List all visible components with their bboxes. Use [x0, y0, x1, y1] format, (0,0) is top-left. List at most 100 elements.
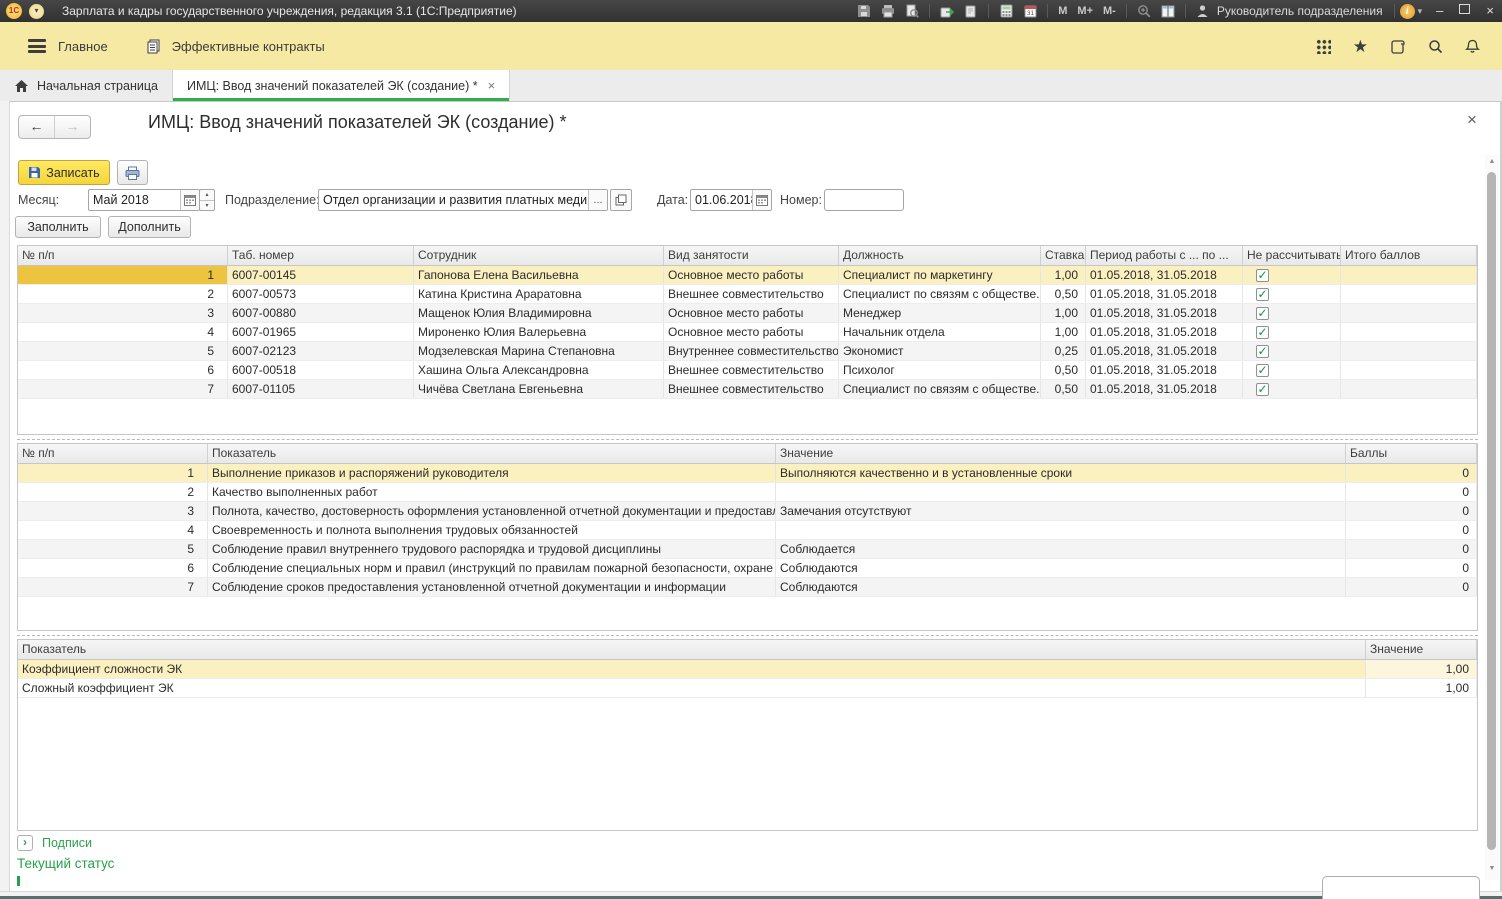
cell-period[interactable]: 01.05.2018, 31.05.2018	[1086, 304, 1243, 322]
back-button[interactable]: ←	[19, 116, 55, 138]
employee-row[interactable]: 16007-00145Гапонова Елена ВасильевнаОсно…	[18, 266, 1477, 285]
cell-points[interactable]: 0	[1346, 540, 1477, 558]
employee-row[interactable]: 56007-02123Модзелевская Марина Степановн…	[18, 342, 1477, 361]
cell-employment-type[interactable]: Основное место работы	[664, 304, 839, 322]
month-calendar-icon[interactable]	[180, 190, 199, 210]
cell-value[interactable]: 1,00	[1366, 660, 1477, 678]
cell-indicator[interactable]: Полнота, качество, достоверность оформле…	[208, 502, 776, 520]
spinner-up-icon[interactable]: ▴	[200, 190, 214, 200]
cell-rate[interactable]: 0,25	[1041, 342, 1086, 360]
forward-button[interactable]: →	[55, 116, 90, 138]
cell-period[interactable]: 01.05.2018, 31.05.2018	[1086, 285, 1243, 303]
cell-employee-name[interactable]: Мащенок Юлия Владимировна	[414, 304, 664, 322]
cell-value[interactable]: Соблюдаются	[776, 559, 1346, 577]
cell-total-points[interactable]	[1341, 285, 1477, 303]
cell-rate[interactable]: 1,00	[1041, 323, 1086, 341]
cell-not-calculate[interactable]: ✓	[1243, 266, 1341, 284]
cell-indicator[interactable]: Сложный коэффициент ЭК	[18, 679, 1366, 697]
favorites-star-icon[interactable]: ★	[1353, 39, 1368, 54]
cell-employment-type[interactable]: Основное место работы	[664, 266, 839, 284]
tab-close-icon[interactable]: ×	[488, 78, 496, 93]
system-menu-button[interactable]: ▾	[29, 4, 44, 19]
cell-points[interactable]: 0	[1346, 483, 1477, 501]
cell-row-number[interactable]: 4	[18, 521, 208, 539]
cell-row-number[interactable]: 7	[18, 380, 228, 398]
not-calculate-checkbox[interactable]: ✓	[1256, 383, 1269, 396]
month-spinner[interactable]: ▴ ▾	[199, 189, 215, 211]
memory-recall-button[interactable]: M	[1058, 5, 1067, 17]
cell-row-number[interactable]: 1	[18, 464, 208, 482]
scroll-down-icon[interactable]: ▼	[1485, 865, 1499, 872]
cell-position[interactable]: Экономист	[839, 342, 1041, 360]
cell-position[interactable]: Специалист по маркетингу	[839, 266, 1041, 284]
cell-not-calculate[interactable]: ✓	[1243, 380, 1341, 398]
minimize-button[interactable]: –	[1436, 1, 1443, 21]
not-calculate-checkbox[interactable]: ✓	[1256, 288, 1269, 301]
indicators-table[interactable]: № п/пПоказательЗначениеБаллы1Выполнение …	[17, 443, 1478, 631]
indicator-row[interactable]: 2Качество выполненных работ0	[18, 483, 1477, 502]
cell-value[interactable]	[776, 483, 1346, 501]
employees-table[interactable]: № п/пТаб. номерСотрудникВид занятостиДол…	[17, 245, 1478, 435]
cell-position[interactable]: Психолог	[839, 361, 1041, 379]
get-link-icon[interactable]	[938, 3, 956, 19]
not-calculate-checkbox[interactable]: ✓	[1256, 307, 1269, 320]
tab-imc-document[interactable]: ИМЦ: Ввод значений показателей ЭК (созда…	[173, 70, 510, 101]
cell-row-number[interactable]: 1	[18, 266, 228, 284]
cell-employment-type[interactable]: Внешнее совместительство	[664, 361, 839, 379]
bottom-partial-input[interactable]	[1322, 876, 1480, 899]
table-splitter[interactable]	[17, 635, 1478, 636]
cell-value[interactable]: Выполняются качественно и в установленны…	[776, 464, 1346, 482]
cell-tab-number[interactable]: 6007-02123	[228, 342, 414, 360]
cell-employee-name[interactable]: Мироненко Юлия Валерьевна	[414, 323, 664, 341]
spinner-down-icon[interactable]: ▾	[200, 200, 214, 211]
cell-indicator[interactable]: Выполнение приказов и распоряжений руков…	[208, 464, 776, 482]
department-value[interactable]: Отдел организации и развития платных мед…	[319, 193, 588, 207]
cell-employee-name[interactable]: Гапонова Елена Васильевна	[414, 266, 664, 284]
vertical-scrollbar[interactable]: ▲ ▼	[1485, 155, 1499, 880]
signatures-label[interactable]: Подписи	[42, 836, 92, 850]
notifications-bell-icon[interactable]	[1465, 39, 1480, 54]
cell-total-points[interactable]	[1341, 342, 1477, 360]
hamburger-menu-icon[interactable]	[28, 37, 46, 56]
cell-employment-type[interactable]: Внешнее совместительство	[664, 380, 839, 398]
cell-period[interactable]: 01.05.2018, 31.05.2018	[1086, 380, 1243, 398]
cell-employee-name[interactable]: Чичёва Светлана Евгеньевна	[414, 380, 664, 398]
scroll-up-icon[interactable]: ▲	[1485, 158, 1499, 165]
cell-row-number[interactable]: 3	[18, 304, 228, 322]
menu-item-effective-contracts[interactable]: Эффективные контракты	[172, 39, 325, 54]
cell-not-calculate[interactable]: ✓	[1243, 323, 1341, 341]
cell-rate[interactable]: 0,50	[1041, 380, 1086, 398]
save-record-button[interactable]: Записать	[18, 160, 110, 185]
department-input[interactable]: Отдел организации и развития платных мед…	[318, 189, 608, 211]
not-calculate-checkbox[interactable]: ✓	[1256, 345, 1269, 358]
employee-row[interactable]: 66007-00518Хашина Ольга АлександровнаВне…	[18, 361, 1477, 380]
not-calculate-checkbox[interactable]: ✓	[1256, 326, 1269, 339]
cell-value[interactable]	[776, 521, 1346, 539]
scrollbar-thumb[interactable]	[1487, 172, 1496, 850]
expander-chevron-icon[interactable]: ›	[17, 835, 33, 851]
cell-tab-number[interactable]: 6007-00880	[228, 304, 414, 322]
cell-period[interactable]: 01.05.2018, 31.05.2018	[1086, 323, 1243, 341]
cell-position[interactable]: Начальник отдела	[839, 323, 1041, 341]
cell-tab-number[interactable]: 6007-00145	[228, 266, 414, 284]
cell-employment-type[interactable]: Внутреннее совместительство	[664, 342, 839, 360]
not-calculate-checkbox[interactable]: ✓	[1256, 364, 1269, 377]
number-input[interactable]	[824, 189, 904, 211]
fill-button[interactable]: Заполнить	[15, 216, 101, 238]
employee-row[interactable]: 76007-01105Чичёва Светлана ЕвгеньевнаВне…	[18, 380, 1477, 399]
cell-indicator[interactable]: Соблюдение правил внутреннего трудового …	[208, 540, 776, 558]
department-choose-button[interactable]: ...	[588, 190, 607, 210]
cell-tab-number[interactable]: 6007-01965	[228, 323, 414, 341]
search-icon[interactable]	[1428, 39, 1443, 54]
form-close-icon[interactable]: ×	[1467, 110, 1477, 130]
employee-row[interactable]: 36007-00880Мащенок Юлия ВладимировнаОсно…	[18, 304, 1477, 323]
print-button[interactable]	[117, 160, 148, 185]
cell-row-number[interactable]: 6	[18, 559, 208, 577]
cell-employee-name[interactable]: Хашина Ольга Александровна	[414, 361, 664, 379]
info-icon[interactable]: i	[1400, 4, 1415, 19]
cell-period[interactable]: 01.05.2018, 31.05.2018	[1086, 266, 1243, 284]
cell-position[interactable]: Специалист по связям с обществе...	[839, 380, 1041, 398]
cell-period[interactable]: 01.05.2018, 31.05.2018	[1086, 361, 1243, 379]
month-input[interactable]: Май 2018	[88, 189, 200, 211]
cell-value[interactable]: Соблюдается	[776, 540, 1346, 558]
